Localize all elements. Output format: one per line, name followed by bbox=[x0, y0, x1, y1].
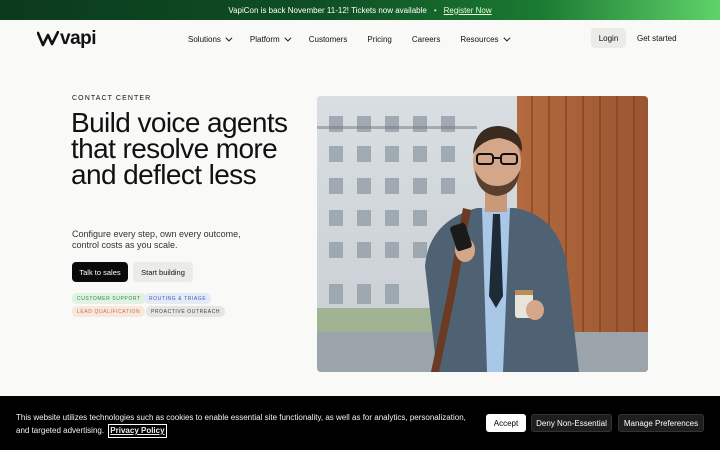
menu-item-customers[interactable]: Customers bbox=[309, 35, 348, 44]
tag-routing-triage: ROUTING & TRIAGE bbox=[144, 293, 212, 304]
menu-item-careers[interactable]: Careers bbox=[412, 35, 440, 44]
menu-item-pricing[interactable]: Pricing bbox=[367, 35, 391, 44]
hero-subtext: Configure every step, own every outcome,… bbox=[72, 229, 241, 250]
menu-item-solutions[interactable]: Solutions bbox=[188, 34, 233, 44]
register-now-link[interactable]: Register Now bbox=[444, 6, 492, 15]
top-nav: vapi Solutions Platform Customers Pricin… bbox=[0, 20, 720, 58]
tag-proactive-outreach: PROACTIVE OUTREACH bbox=[146, 306, 226, 317]
chevron-down-icon bbox=[225, 34, 233, 42]
deny-non-essential-button[interactable]: Deny Non-Essential bbox=[531, 414, 612, 432]
announcement-bar: VapiCon is back November 11-12! Tickets … bbox=[0, 0, 720, 20]
logo-text: vapi bbox=[60, 28, 97, 49]
menu-item-platform[interactable]: Platform bbox=[249, 34, 292, 44]
menu-item-label: Platform bbox=[249, 34, 280, 44]
accept-cookies-button[interactable]: Accept bbox=[486, 414, 526, 432]
start-building-button[interactable]: Start building bbox=[133, 262, 193, 282]
cookie-message: This website utilizes technologies such … bbox=[16, 413, 466, 435]
vapi-logo[interactable]: vapi bbox=[37, 28, 97, 49]
tag-lead-qualification: LEAD QUALIFICATION bbox=[72, 306, 146, 317]
chevron-down-icon bbox=[284, 34, 292, 42]
chevron-down-icon bbox=[502, 34, 511, 42]
manage-preferences-button[interactable]: Manage Preferences bbox=[618, 414, 704, 432]
announcement-text: VapiCon is back November 11-12! Tickets … bbox=[228, 5, 427, 15]
menu-item-resources[interactable]: Resources bbox=[460, 34, 511, 44]
menu-item-label: Pricing bbox=[367, 34, 392, 44]
hero-headline: Build voice agents that resolve more and… bbox=[71, 107, 288, 190]
menu-item-label: Resources bbox=[460, 34, 499, 44]
menu-item-label: Customers bbox=[308, 34, 348, 44]
announcement-separator: • bbox=[433, 5, 437, 15]
hero-eyebrow: CONTACT CENTER bbox=[72, 95, 152, 102]
tag-customer-support: CUSTOMER SUPPORT bbox=[72, 293, 146, 304]
talk-to-sales-button[interactable]: Talk to sales bbox=[72, 262, 128, 282]
businessman-photo-illustration bbox=[317, 96, 648, 372]
hero-photo bbox=[317, 96, 648, 372]
main-menu: Solutions Platform Customers Pricing Car… bbox=[188, 20, 528, 58]
login-button[interactable]: Login bbox=[591, 28, 626, 48]
get-started-link[interactable]: Get started bbox=[637, 28, 677, 48]
privacy-policy-link[interactable]: Privacy Policy bbox=[108, 424, 167, 438]
menu-item-label: Solutions bbox=[188, 34, 221, 44]
vapi-logo-mark-icon bbox=[37, 30, 59, 46]
menu-item-label: Careers bbox=[411, 34, 441, 44]
cookie-text: This website utilizes technologies such … bbox=[16, 412, 471, 438]
